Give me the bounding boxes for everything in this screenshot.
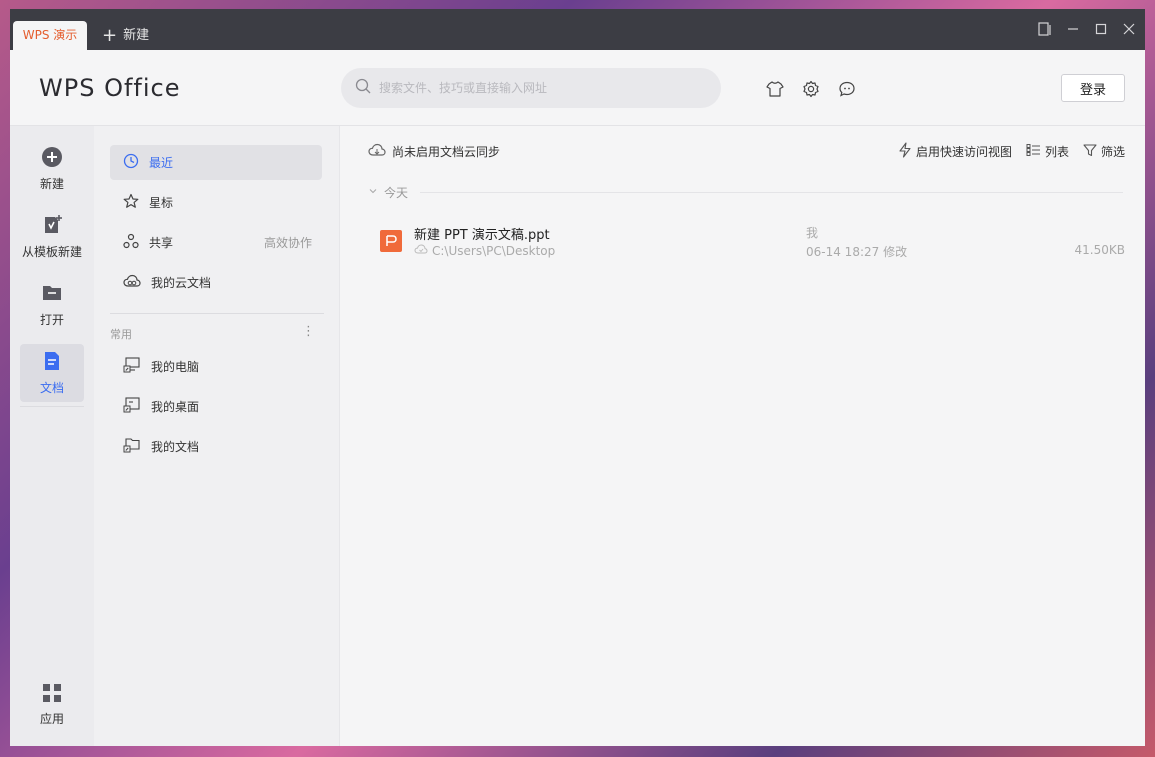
filter-icon [1083, 143, 1097, 160]
maximize-icon[interactable] [1091, 17, 1111, 41]
nav-item-my-documents[interactable]: 我的文档 [110, 429, 322, 464]
minimize-icon[interactable] [1063, 17, 1083, 41]
template-icon [41, 214, 63, 239]
document-icon [41, 350, 63, 375]
star-icon [123, 193, 139, 212]
documents-shortcut-icon [123, 436, 141, 457]
file-path: C:\Users\PC\Desktop [414, 243, 555, 258]
login-button[interactable]: 登录 [1061, 74, 1125, 102]
nav-item-shared[interactable]: 共享 高效协作 [110, 225, 322, 260]
desktop-shortcut-icon [123, 396, 141, 417]
list-view-button[interactable]: 列表 [1026, 142, 1069, 161]
quick-access-view-button[interactable]: 启用快速访问视图 [898, 142, 1012, 161]
feedback-chat-icon[interactable] [837, 79, 857, 99]
left-rail: 新建 从模板新建 打开 文档 应用 [10, 126, 94, 746]
nav-label-recent: 最近 [149, 156, 174, 170]
nav-item-my-computer[interactable]: 我的电脑 [110, 349, 322, 384]
rail-item-documents[interactable]: 文档 [20, 344, 84, 402]
nav-item-cloud-docs[interactable]: 我的云文档 [110, 265, 322, 300]
window-controls [1035, 17, 1139, 41]
rail-item-open[interactable]: 打开 [20, 276, 84, 334]
nav-label-cloud-docs: 我的云文档 [151, 276, 212, 290]
rail-label-open: 打开 [39, 313, 64, 327]
ppt-file-icon [380, 230, 402, 252]
collaboration-link[interactable]: 高效协作 [264, 234, 312, 251]
clock-icon [123, 153, 139, 172]
rail-item-template[interactable]: 从模板新建 [10, 208, 94, 266]
nav-label-my-desktop: 我的桌面 [151, 400, 200, 414]
nav-divider [110, 313, 324, 314]
settings-gear-icon[interactable] [801, 79, 821, 99]
nav-item-recent[interactable]: 最近 [110, 145, 322, 180]
close-icon[interactable] [1119, 17, 1139, 41]
group-divider [420, 191, 1123, 193]
search-input[interactable] [379, 81, 699, 95]
group-header-today[interactable]: 今天 [368, 184, 1123, 200]
nav-label-my-computer: 我的电脑 [151, 360, 200, 374]
rail-label-apps: 应用 [39, 712, 64, 726]
tab-wps-presentation[interactable]: WPS 演示 [13, 21, 87, 50]
nav-label-starred: 星标 [149, 196, 174, 210]
rail-divider [20, 406, 84, 407]
folder-icon [41, 282, 63, 307]
cloud-sync-label: 尚未启用文档云同步 [392, 145, 501, 159]
local-file-icon [414, 243, 428, 258]
chevron-down-icon [368, 185, 378, 199]
rail-label-documents: 文档 [39, 381, 64, 395]
app-header: WPS Office 登录 [10, 50, 1145, 126]
skin-shirt-icon[interactable] [765, 79, 785, 99]
list-view-label: 列表 [1044, 145, 1069, 159]
apps-grid-icon [42, 683, 62, 706]
nav-label-shared: 共享 [149, 236, 174, 250]
rail-item-new[interactable]: 新建 [20, 140, 84, 198]
section-title: 常用 [110, 328, 132, 341]
share-icon [123, 233, 139, 252]
new-tab-label: 新建 [123, 28, 150, 43]
lightning-icon [898, 142, 912, 161]
wps-logo: WPS Office [39, 74, 181, 102]
cloud-sync-icon [368, 142, 386, 161]
file-name[interactable]: 新建 PPT 演示文稿.ppt [414, 224, 550, 243]
search-bar[interactable] [341, 68, 721, 108]
plus-icon: + [102, 25, 118, 46]
more-options-icon[interactable]: ⋮ [302, 324, 315, 339]
list-icon [1026, 143, 1041, 160]
nav-section-common: 常用 ⋮ [110, 324, 322, 342]
filter-label: 筛选 [1100, 145, 1125, 159]
nav-item-starred[interactable]: 星标 [110, 185, 322, 220]
split-view-icon[interactable] [1035, 17, 1055, 41]
plus-circle-icon [41, 146, 63, 171]
rail-item-apps[interactable]: 应用 [20, 676, 84, 734]
quick-access-label: 启用快速访问视图 [915, 145, 1012, 159]
group-label: 今天 [384, 185, 409, 200]
file-size: 41.50KB [1074, 243, 1125, 257]
new-tab-button[interactable]: + 新建 [102, 24, 149, 48]
main-content: 尚未启用文档云同步 启用快速访问视图 列表 筛选 今天 新建 PPT 演示文稿.… [340, 126, 1145, 746]
search-icon [355, 78, 371, 98]
header-icons [765, 79, 857, 99]
file-path-text: C:\Users\PC\Desktop [432, 243, 556, 258]
cloud-icon [123, 273, 141, 292]
file-row[interactable]: 新建 PPT 演示文稿.ppt C:\Users\PC\Desktop 我 06… [368, 216, 1125, 266]
file-owner: 我 [806, 226, 819, 240]
title-bar: WPS 演示 + 新建 [10, 9, 1145, 50]
rail-label-new: 新建 [39, 177, 64, 191]
cloud-sync-status[interactable]: 尚未启用文档云同步 [368, 142, 500, 161]
nav-panel: 最近 星标 共享 高效协作 我的云文档 常用 ⋮ 我的电脑 我的桌面 我的文档 [94, 126, 340, 746]
computer-shortcut-icon [123, 356, 141, 377]
nav-item-my-desktop[interactable]: 我的桌面 [110, 389, 322, 424]
filter-button[interactable]: 筛选 [1083, 142, 1125, 161]
wps-window: WPS 演示 + 新建 WPS Office 搜索文件、技巧或直接输入网址 登录… [10, 9, 1145, 746]
file-modified-time: 06-14 18:27 修改 [806, 245, 908, 259]
content-toolbar: 启用快速访问视图 列表 筛选 [898, 142, 1125, 161]
nav-label-my-documents: 我的文档 [151, 440, 200, 454]
rail-label-template: 从模板新建 [21, 245, 82, 259]
